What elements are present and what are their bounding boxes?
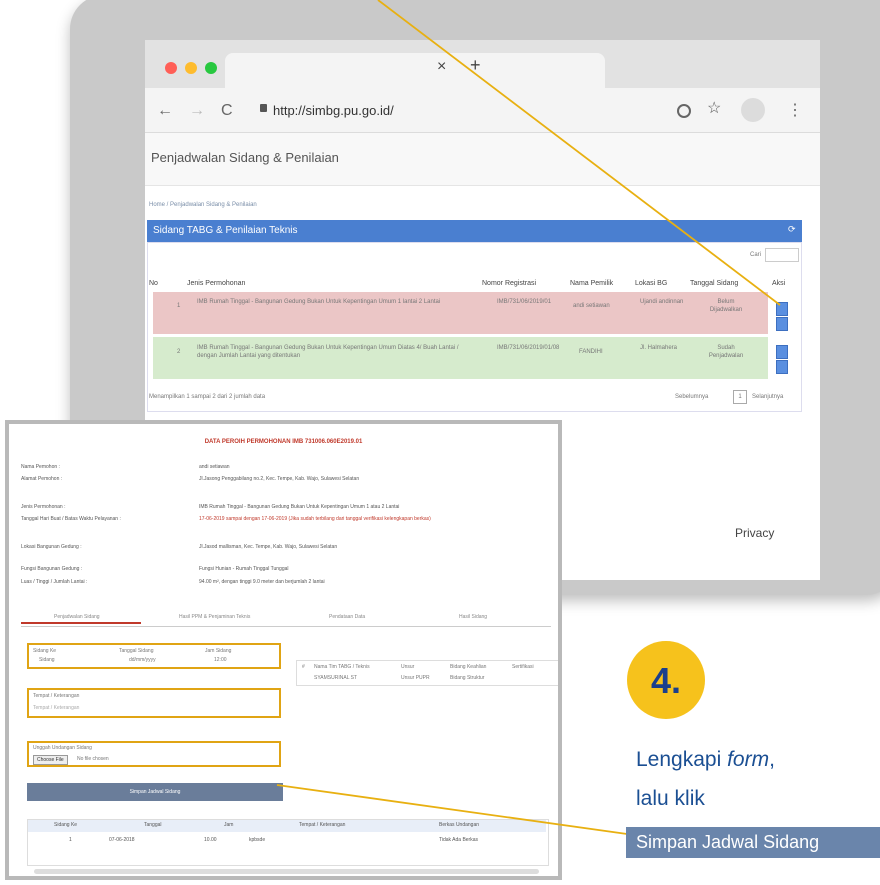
instruction-line-2: lalu klik (636, 787, 705, 810)
simpan-label-bar: Simpan Jadwal Sidang (626, 827, 880, 858)
pointer-line-top (377, 0, 781, 306)
pointer-line-bottom (276, 784, 628, 835)
instruction-line-1: Lengkapi form, (636, 748, 775, 771)
step-badge: 4. (627, 641, 705, 719)
